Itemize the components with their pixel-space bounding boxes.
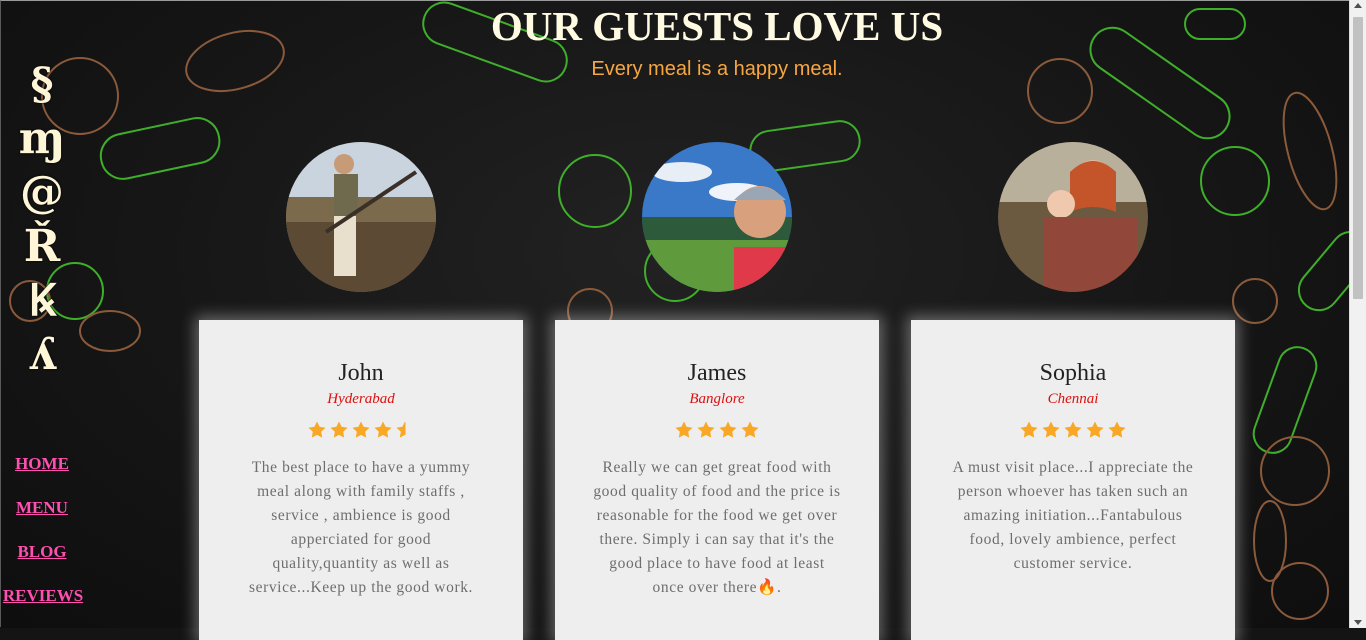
star-icon (1042, 421, 1060, 438)
review-card-john: John Hyderabad The best place to have a … (199, 320, 523, 640)
star-icon (741, 421, 759, 438)
star-icon (719, 421, 737, 438)
page-subtitle: Every meal is a happy meal. (591, 58, 843, 80)
review-card-sophia: Sophia Chennai A must visit place...I ap… (911, 320, 1235, 640)
star-icon (374, 421, 392, 438)
reviewer-name: Sophia (1039, 360, 1107, 386)
star-icon (1086, 421, 1104, 438)
star-half-icon (396, 421, 406, 438)
nav-blog-link[interactable]: BLOG (0, 538, 84, 582)
guest-avatar-john (286, 142, 436, 292)
vertical-scrollbar[interactable] (1349, 0, 1366, 628)
logo-glyph: Ř (23, 221, 61, 272)
star-icon (697, 421, 715, 438)
reviewer-name: James (687, 360, 747, 386)
logo-glyph: ʎ (28, 329, 56, 380)
guest-avatar-james (642, 142, 792, 292)
logo-glyph: § (30, 59, 54, 110)
star-icon (1108, 421, 1126, 438)
review-text: The best place to have a yummy meal alon… (248, 459, 474, 596)
nav-home-link[interactable]: HOME (0, 450, 84, 494)
side-nav: HOME MENU BLOG REVIEWS (0, 450, 84, 626)
reviewer-city: Hyderabad (327, 391, 395, 407)
page-title: OUR GUESTS LOVE US (490, 3, 944, 49)
star-rating (199, 420, 523, 442)
reviewer-name: John (338, 360, 384, 386)
star-icon (308, 421, 326, 438)
scroll-up-icon[interactable] (1354, 3, 1362, 8)
logo-glyph: ɱ (18, 113, 66, 164)
guest-avatar-sophia (998, 142, 1148, 292)
star-icon (352, 421, 370, 438)
logo-glyph: Ꝃ (28, 275, 56, 326)
nav-reviews-link[interactable]: REVIEWS (2, 582, 84, 626)
review-text: A must visit place...I appreciate the pe… (952, 459, 1194, 572)
nav-menu-link[interactable]: MENU (0, 494, 84, 538)
reviewer-city: Banglore (689, 391, 745, 407)
star-rating (911, 420, 1235, 442)
logo-glyph: @ (20, 167, 64, 218)
scrollbar-thumb[interactable] (1353, 17, 1363, 299)
scroll-down-icon[interactable] (1354, 620, 1362, 625)
star-icon (330, 421, 348, 438)
review-text: Really we can get great food with good q… (593, 459, 841, 596)
site-logo[interactable]: § ɱ @ Ř Ꝃ ʎ (0, 58, 84, 382)
star-rating (555, 420, 879, 442)
review-card-james: James Banglore Really we can get great f… (555, 320, 879, 640)
star-icon (1064, 421, 1082, 438)
star-icon (675, 421, 693, 438)
star-icon (1020, 421, 1038, 438)
reviewer-city: Chennai (1047, 391, 1099, 407)
